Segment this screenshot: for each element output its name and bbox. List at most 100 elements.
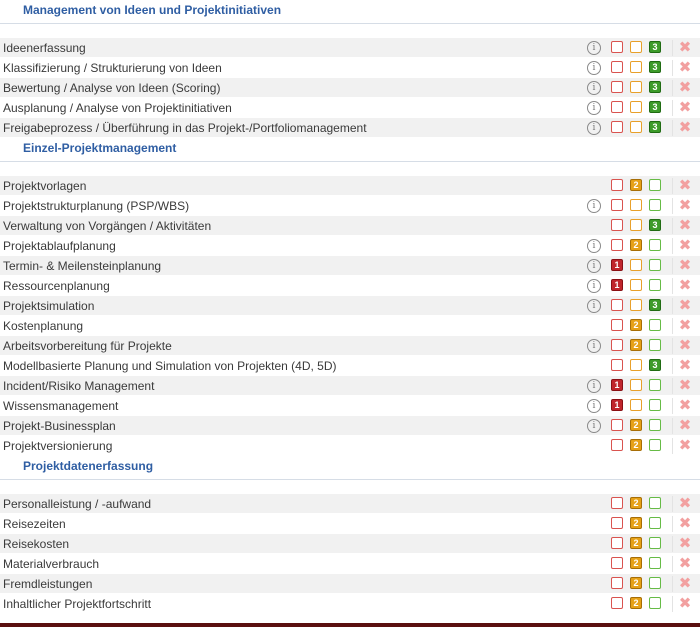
delete-icon[interactable]: ✖ — [678, 258, 692, 273]
delete-icon[interactable]: ✖ — [678, 438, 692, 453]
rating-3-checkbox[interactable]: 3 — [649, 121, 661, 133]
info-icon[interactable]: i — [587, 419, 601, 433]
rating-2-checkbox[interactable]: 2 — [630, 597, 642, 609]
rating-1-checkbox[interactable] — [611, 61, 623, 73]
info-icon[interactable]: i — [587, 259, 601, 273]
info-icon[interactable]: i — [587, 379, 601, 393]
rating-3-checkbox[interactable] — [649, 199, 661, 211]
rating-3-checkbox[interactable] — [649, 259, 661, 271]
rating-1-checkbox[interactable] — [611, 239, 623, 251]
delete-icon[interactable]: ✖ — [678, 218, 692, 233]
rating-2-checkbox[interactable]: 2 — [630, 537, 642, 549]
rating-2-checkbox[interactable] — [630, 61, 642, 73]
rating-2-checkbox[interactable]: 2 — [630, 439, 642, 451]
delete-icon[interactable]: ✖ — [678, 198, 692, 213]
delete-icon[interactable]: ✖ — [678, 238, 692, 253]
rating-1-checkbox[interactable] — [611, 199, 623, 211]
rating-3-checkbox[interactable] — [649, 597, 661, 609]
rating-2-checkbox[interactable] — [630, 399, 642, 411]
rating-3-checkbox[interactable] — [649, 319, 661, 331]
delete-icon[interactable]: ✖ — [678, 278, 692, 293]
info-icon[interactable]: i — [587, 121, 601, 135]
rating-2-checkbox[interactable] — [630, 379, 642, 391]
rating-1-checkbox[interactable]: 1 — [611, 279, 623, 291]
delete-icon[interactable]: ✖ — [678, 398, 692, 413]
rating-1-checkbox[interactable] — [611, 299, 623, 311]
rating-1-checkbox[interactable] — [611, 319, 623, 331]
delete-icon[interactable]: ✖ — [678, 318, 692, 333]
info-icon[interactable]: i — [587, 279, 601, 293]
info-icon[interactable]: i — [587, 239, 601, 253]
info-icon[interactable]: i — [587, 61, 601, 75]
rating-3-checkbox[interactable] — [649, 557, 661, 569]
delete-icon[interactable]: ✖ — [678, 80, 692, 95]
rating-3-checkbox[interactable]: 3 — [649, 61, 661, 73]
delete-icon[interactable]: ✖ — [678, 556, 692, 571]
rating-1-checkbox[interactable] — [611, 121, 623, 133]
rating-1-checkbox[interactable] — [611, 497, 623, 509]
rating-2-checkbox[interactable]: 2 — [630, 577, 642, 589]
delete-icon[interactable]: ✖ — [678, 40, 692, 55]
rating-2-checkbox[interactable] — [630, 259, 642, 271]
rating-3-checkbox[interactable] — [649, 537, 661, 549]
rating-2-checkbox[interactable]: 2 — [630, 497, 642, 509]
rating-1-checkbox[interactable] — [611, 339, 623, 351]
rating-3-checkbox[interactable] — [649, 379, 661, 391]
rating-1-checkbox[interactable]: 1 — [611, 399, 623, 411]
rating-2-checkbox[interactable] — [630, 219, 642, 231]
rating-3-checkbox[interactable] — [649, 339, 661, 351]
rating-3-checkbox[interactable] — [649, 497, 661, 509]
rating-3-checkbox[interactable]: 3 — [649, 299, 661, 311]
rating-1-checkbox[interactable]: 1 — [611, 259, 623, 271]
rating-1-checkbox[interactable] — [611, 557, 623, 569]
delete-icon[interactable]: ✖ — [678, 60, 692, 75]
rating-3-checkbox[interactable]: 3 — [649, 359, 661, 371]
delete-icon[interactable]: ✖ — [678, 100, 692, 115]
delete-icon[interactable]: ✖ — [678, 418, 692, 433]
delete-icon[interactable]: ✖ — [678, 338, 692, 353]
rating-3-checkbox[interactable]: 3 — [649, 81, 661, 93]
delete-icon[interactable]: ✖ — [678, 576, 692, 591]
rating-3-checkbox[interactable] — [649, 399, 661, 411]
rating-3-checkbox[interactable] — [649, 239, 661, 251]
rating-3-checkbox[interactable] — [649, 439, 661, 451]
info-icon[interactable]: i — [587, 299, 601, 313]
info-icon[interactable]: i — [587, 199, 601, 213]
info-icon[interactable]: i — [587, 339, 601, 353]
rating-1-checkbox[interactable] — [611, 179, 623, 191]
rating-1-checkbox[interactable] — [611, 101, 623, 113]
rating-1-checkbox[interactable] — [611, 439, 623, 451]
rating-3-checkbox[interactable] — [649, 279, 661, 291]
rating-1-checkbox[interactable] — [611, 537, 623, 549]
rating-2-checkbox[interactable]: 2 — [630, 419, 642, 431]
delete-icon[interactable]: ✖ — [678, 496, 692, 511]
rating-1-checkbox[interactable] — [611, 517, 623, 529]
rating-1-checkbox[interactable] — [611, 41, 623, 53]
delete-icon[interactable]: ✖ — [678, 516, 692, 531]
rating-2-checkbox[interactable] — [630, 279, 642, 291]
delete-icon[interactable]: ✖ — [678, 120, 692, 135]
rating-2-checkbox[interactable] — [630, 121, 642, 133]
rating-1-checkbox[interactable] — [611, 219, 623, 231]
rating-2-checkbox[interactable] — [630, 41, 642, 53]
delete-icon[interactable]: ✖ — [678, 378, 692, 393]
info-icon[interactable]: i — [587, 101, 601, 115]
rating-2-checkbox[interactable]: 2 — [630, 319, 642, 331]
rating-3-checkbox[interactable]: 3 — [649, 41, 661, 53]
rating-2-checkbox[interactable]: 2 — [630, 179, 642, 191]
delete-icon[interactable]: ✖ — [678, 178, 692, 193]
rating-3-checkbox[interactable]: 3 — [649, 101, 661, 113]
rating-2-checkbox[interactable]: 2 — [630, 557, 642, 569]
rating-1-checkbox[interactable] — [611, 597, 623, 609]
rating-1-checkbox[interactable] — [611, 81, 623, 93]
delete-icon[interactable]: ✖ — [678, 596, 692, 611]
rating-3-checkbox[interactable] — [649, 517, 661, 529]
rating-2-checkbox[interactable] — [630, 81, 642, 93]
rating-2-checkbox[interactable] — [630, 359, 642, 371]
rating-2-checkbox[interactable] — [630, 199, 642, 211]
rating-2-checkbox[interactable]: 2 — [630, 517, 642, 529]
rating-3-checkbox[interactable] — [649, 419, 661, 431]
rating-3-checkbox[interactable] — [649, 179, 661, 191]
rating-1-checkbox[interactable] — [611, 577, 623, 589]
delete-icon[interactable]: ✖ — [678, 298, 692, 313]
